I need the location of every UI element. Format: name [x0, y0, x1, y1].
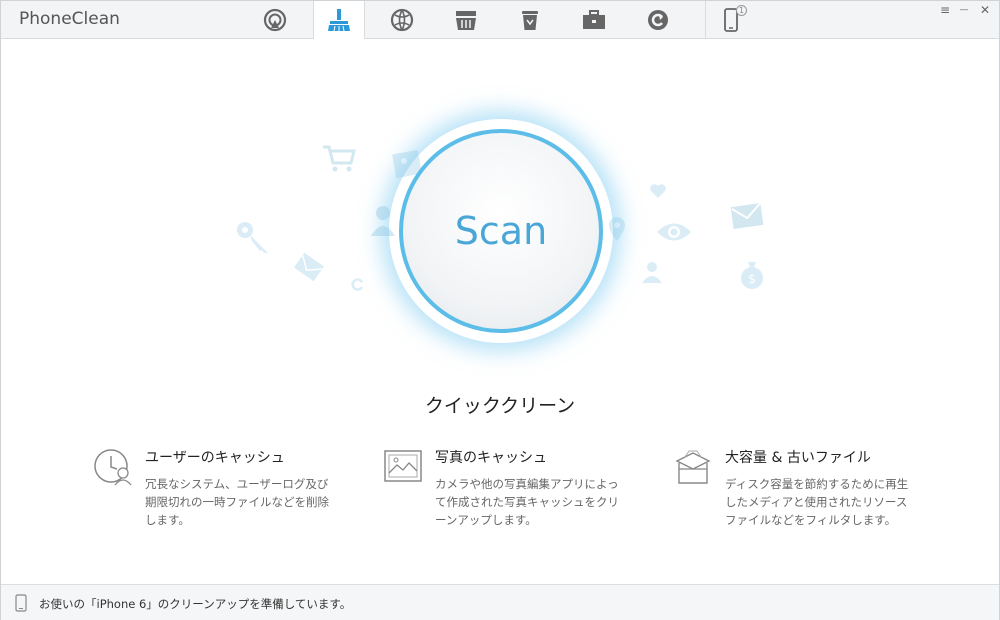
- feature-name: 大容量 & 古いファイル: [725, 450, 871, 466]
- menu-button[interactable]: ≡: [936, 3, 954, 17]
- feature-name: ユーザーのキャッシュ: [145, 450, 285, 466]
- tab-internet[interactable]: [377, 1, 427, 38]
- feature-desc: ディスク容量を節約するために再生したメディアと使用されたリソースファイルなどをフ…: [725, 477, 909, 527]
- tab-basket[interactable]: [441, 1, 491, 38]
- broom-icon: [328, 9, 350, 32]
- scan-button[interactable]: Scan: [399, 129, 603, 333]
- trash-icon: [522, 10, 538, 30]
- feature-desc: 冗長なシステム、ユーザーログ及び期限切れの一時ファイルなどを削除します。: [145, 477, 329, 527]
- money-bag-icon: $: [741, 262, 763, 289]
- cart-icon: [323, 145, 356, 172]
- tab-airplay[interactable]: [250, 1, 300, 38]
- section-title: クイッククリーン: [424, 395, 576, 417]
- key-icon: [237, 222, 268, 253]
- svg-text:$: $: [748, 272, 756, 286]
- photo-icon: [384, 450, 422, 482]
- eye-icon: [657, 223, 691, 241]
- device-button[interactable]: 1: [705, 1, 756, 38]
- feature-desc: カメラや他の写真編集アプリによって作成された写真キャッシュをクリーンアップします…: [435, 477, 619, 527]
- scan-label: Scan: [454, 209, 548, 253]
- tab-toolbox[interactable]: [569, 1, 619, 38]
- feature-name: 写真のキャッシュ: [435, 450, 547, 466]
- refresh-small-icon: [351, 278, 364, 291]
- envelope-tilted-icon: [294, 252, 324, 282]
- mail-icon: [730, 202, 764, 229]
- box-icon: [675, 450, 711, 484]
- minimize-button[interactable]: —: [955, 5, 973, 15]
- tab-backup[interactable]: [633, 1, 683, 38]
- device-count-badge: 1: [736, 5, 747, 16]
- app-title: PhoneClean: [19, 9, 120, 29]
- clock-user-icon: [94, 449, 132, 486]
- backup-icon: [648, 9, 668, 30]
- app-window: PhoneClean 1 ≡ — ✕ $ Scan クイッククリーン ユーザーの…: [0, 0, 1000, 620]
- phone-icon: [15, 594, 27, 612]
- internet-icon: [390, 8, 414, 31]
- status-bar: お使いの「iPhone 6」のクリーンアップを準備しています。: [1, 584, 999, 620]
- contact-icon: [642, 262, 662, 283]
- tab-quick-clean[interactable]: [313, 1, 365, 39]
- title-bar: PhoneClean 1 ≡ — ✕: [1, 1, 999, 39]
- basket-icon: [456, 10, 476, 30]
- tab-trash[interactable]: [505, 1, 555, 38]
- airplay-icon: [263, 8, 287, 31]
- heart-icon: [650, 184, 666, 198]
- close-button[interactable]: ✕: [976, 3, 994, 17]
- main-panel: $ Scan クイッククリーン ユーザーのキャッシュ 冗長なシステム、ユーザーロ…: [1, 39, 999, 584]
- toolbox-icon: [583, 9, 605, 29]
- status-text: お使いの「iPhone 6」のクリーンアップを準備しています。: [39, 597, 352, 611]
